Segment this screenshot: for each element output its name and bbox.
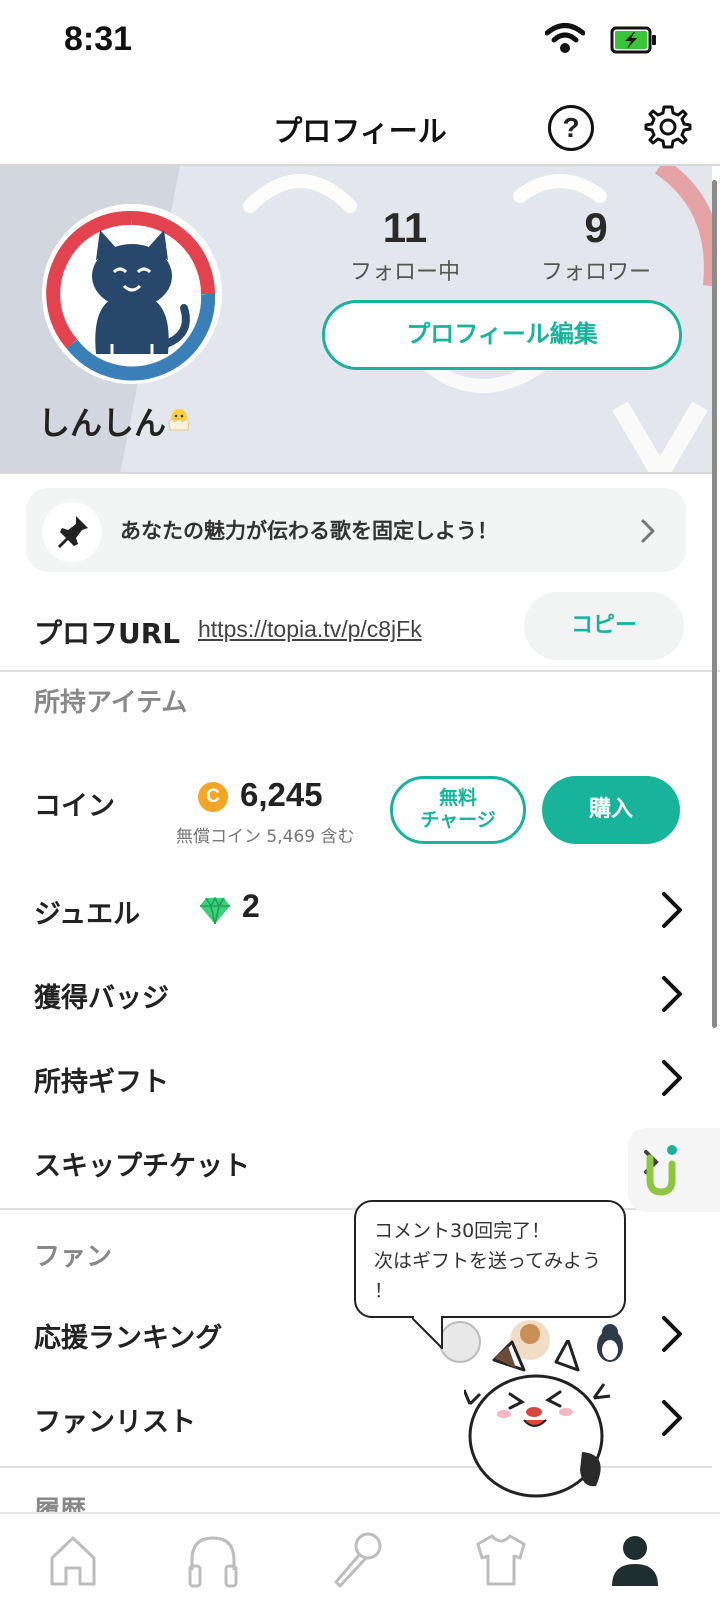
edit-profile-button[interactable]: プロフィール編集	[322, 300, 682, 370]
coin-amount: 6,245	[240, 776, 323, 813]
buy-coin-button[interactable]: 購入	[542, 776, 680, 844]
speech-bubble-tail	[412, 1312, 443, 1349]
jewel-icon	[200, 896, 230, 925]
followers-count: 9	[584, 204, 608, 251]
gear-icon[interactable]	[644, 103, 692, 151]
chevron-right-icon	[641, 519, 655, 543]
jewel-row[interactable]: ジュエル 2	[0, 868, 712, 952]
page-title: プロフィール	[273, 114, 447, 148]
chevron-right-icon	[662, 892, 682, 928]
floating-side-tab[interactable]	[628, 1128, 720, 1212]
jewel-count: 2	[242, 888, 260, 924]
chevron-right-icon	[662, 976, 682, 1012]
free-coin-note: 無償コイン 5,469 含む	[176, 827, 355, 847]
following-count: 11	[382, 204, 428, 251]
profile-url-label: プロフURL	[34, 617, 181, 650]
badges-row[interactable]: 獲得バッジ	[0, 952, 712, 1036]
jewel-label: ジュエル	[34, 899, 141, 930]
status-time: 8:31	[64, 20, 133, 58]
battery-icon	[610, 26, 656, 54]
profile-url-link[interactable]: https://topia.tv/p/c8jFk	[198, 616, 422, 643]
gifts-label: 所持ギフト	[34, 1067, 169, 1098]
profile-icon[interactable]	[600, 1524, 670, 1594]
pin-icon-wrap	[42, 502, 102, 562]
chevron-right-icon	[662, 1316, 682, 1352]
home-icon[interactable]	[38, 1524, 108, 1594]
free-charge-label-line1: 無料	[438, 787, 477, 809]
speech-bubble-line2: 次はギフトを送ってみよう	[374, 1250, 602, 1272]
followers-label: フォロワー	[540, 260, 651, 285]
fan-list-label: ファンリスト	[34, 1407, 196, 1438]
pin-song-banner[interactable]: あなたの魅力が伝わる歌を固定しよう！	[26, 488, 686, 572]
fan-section-title: ファン	[34, 1242, 113, 1272]
coin-row: コイン C 6,245 無償コイン 5,469 含む 無料 チャージ 購入	[0, 760, 712, 870]
help-button[interactable]: ?	[548, 105, 594, 151]
coin-icon: C	[198, 782, 228, 812]
copy-url-button[interactable]: コピー	[524, 592, 684, 660]
mascot-character[interactable]	[464, 1340, 614, 1500]
pin-banner-text: あなたの魅力が伝わる歌を固定しよう！	[120, 519, 498, 543]
free-charge-button[interactable]: 無料 チャージ	[390, 776, 526, 844]
chevron-right-icon	[662, 1060, 682, 1096]
speech-bubble-line1: コメント30回完了！	[374, 1220, 551, 1242]
avatar[interactable]	[42, 204, 222, 384]
tshirt-icon[interactable]	[466, 1524, 536, 1594]
status-bar: 8:31	[0, 0, 720, 84]
pushpin-icon	[58, 516, 88, 548]
profile-banner: 11 フォロー中 9 フォロワー プロフィール編集 しんしん	[0, 166, 712, 474]
skip-ticket-row[interactable]: スキップチケット	[0, 1120, 712, 1204]
skip-ticket-label: スキップチケット	[34, 1151, 250, 1182]
gifts-row[interactable]: 所持ギフト	[0, 1036, 712, 1120]
app-header: プロフィール ?	[0, 84, 720, 166]
headphones-icon[interactable]	[178, 1524, 248, 1594]
scrollbar[interactable]	[712, 180, 717, 1028]
followers-stat[interactable]: 9 フォロワー	[521, 204, 671, 286]
free-charge-label-line2: チャージ	[420, 809, 496, 831]
cat-avatar-image	[42, 204, 222, 384]
coin-label: コイン	[34, 791, 115, 822]
following-label: フォロー中	[349, 260, 460, 285]
wifi-icon	[545, 23, 585, 53]
support-ranking-label: 応援ランキング	[34, 1323, 223, 1354]
microphone-icon[interactable]	[322, 1524, 392, 1594]
chick-emoji-icon	[168, 409, 190, 431]
profile-url-row: プロフURL https://topia.tv/p/c8jFk コピー	[0, 586, 720, 672]
chevron-right-icon	[662, 1400, 682, 1436]
items-section-title: 所持アイテム	[34, 688, 188, 718]
badges-label: 獲得バッジ	[34, 983, 169, 1014]
speech-bubble-line3: ！	[374, 1280, 394, 1302]
app-logo-icon	[644, 1145, 677, 1196]
following-stat[interactable]: 11 フォロー中	[330, 204, 480, 286]
bottom-navigation	[0, 1512, 720, 1604]
mascot-speech-bubble: コメント30回完了！ 次はギフトを送ってみよう ！	[354, 1200, 626, 1318]
username: しんしん	[38, 404, 167, 442]
